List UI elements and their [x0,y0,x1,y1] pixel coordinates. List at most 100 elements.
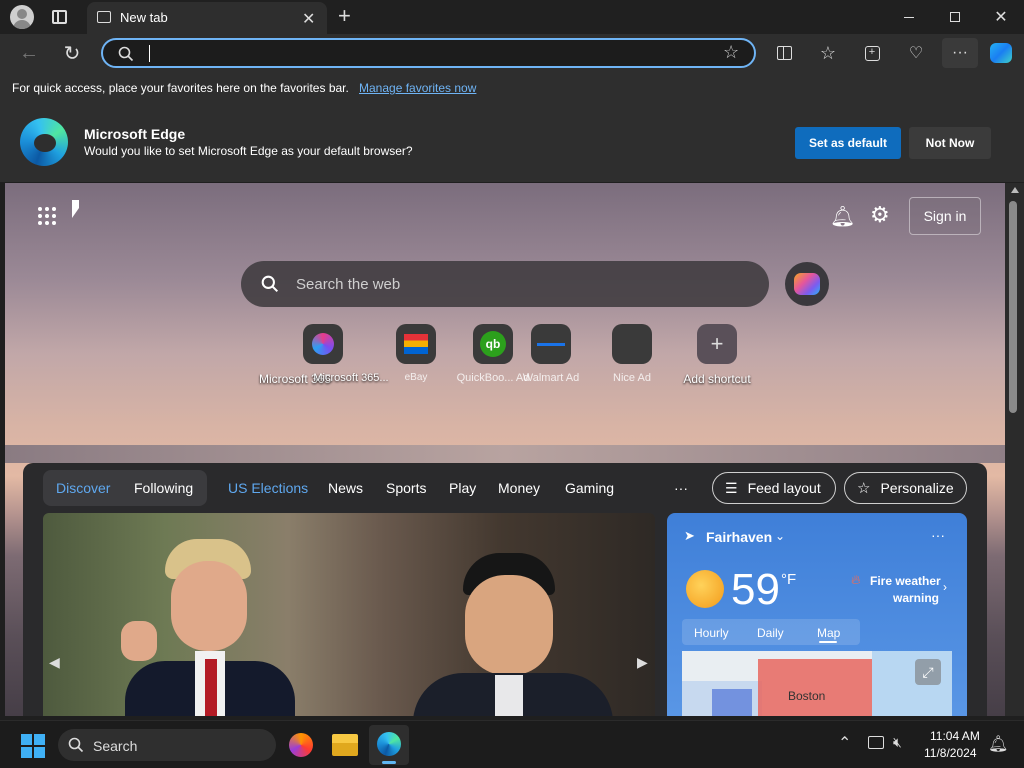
toolbar: ← ↻ ☆ ☆ + ♡ ··· [0,34,1024,72]
taskbar-search-label: Search [93,738,138,754]
shortcut-nice[interactable]: Nice Ad [592,324,672,384]
hero-news-card[interactable]: ◀ ▶ [43,513,655,716]
add-shortcut-icon: + [697,324,737,364]
firefox-icon[interactable] [289,733,313,757]
new-tab-button[interactable]: + [338,3,351,29]
weather-unit: °F [781,571,797,588]
taskbar-search[interactable]: Search [58,729,276,761]
map-city-label: Boston [788,689,826,703]
volume-muted-icon[interactable]: 🔇︎ [893,734,902,751]
personalize-label: Personalize [880,480,954,496]
personalize-star-icon: ☆ [857,480,871,497]
walmart-tile-icon [531,324,571,364]
weather-map[interactable]: Boston ⤢ [682,651,952,716]
background-horizon [5,445,1005,463]
mouse-cursor-icon [72,200,79,218]
shortcut-label: Walmart Ad [522,372,580,384]
file-explorer-icon[interactable] [332,734,358,756]
tab-news[interactable]: News [328,480,363,496]
notifications-icon[interactable]: 🔔︎ [988,734,1008,754]
weather-alert-line1[interactable]: Fire weather [870,574,941,588]
tab-following[interactable]: Following [134,480,193,496]
copilot-icon[interactable] [986,38,1016,68]
address-input[interactable] [149,45,150,62]
address-bar[interactable]: ☆ [101,38,756,68]
ebay-tile-icon [396,324,436,364]
tab-new-tab[interactable]: New tab ✕ [87,2,327,34]
fire-alert-icon: 🔥︎ [851,572,861,587]
tab-money[interactable]: Money [498,480,540,496]
sign-in-button[interactable]: Sign in [909,197,981,235]
infobar-title: Microsoft Edge [84,126,186,142]
weather-tab-map[interactable]: Map [817,626,840,640]
browser-essentials-icon[interactable]: ♡ [901,38,931,68]
map-expand-icon[interactable]: ⤢ [915,659,941,685]
taskbar-time[interactable]: 11:04 AM [930,729,980,743]
more-tabs-button[interactable]: ··· [674,480,688,496]
notifications-bell-icon[interactable]: 🔔︎ [830,204,855,229]
more-menu-icon[interactable]: ··· [942,38,978,68]
personalize-button[interactable]: ☆ Personalize [844,472,967,504]
back-icon[interactable]: ← [14,38,44,68]
hero-next-arrow-icon[interactable]: ▶ [637,654,648,671]
weather-location[interactable]: Fairhaven [706,529,772,545]
close-window-button[interactable]: ✕ [978,0,1024,34]
copilot-search-icon[interactable] [785,262,829,306]
tab-title: New tab [120,10,168,25]
location-chevron-down-icon[interactable]: ⌄ [775,529,785,543]
taskbar: Search ⌃ 🔇︎ 11:04 AM 11/8/2024 🔔︎ [0,720,1024,768]
weather-tab-daily[interactable]: Daily [757,626,784,640]
set-as-default-button[interactable]: Set as default [795,127,901,159]
tab-play[interactable]: Play [449,480,476,496]
scrollbar-thumb[interactable] [1009,201,1017,413]
weather-more-icon[interactable]: ··· [931,527,945,543]
feed-layout-button[interactable]: ☰ Feed layout [712,472,836,504]
restore-button[interactable] [932,0,978,34]
show-hidden-icons-chevron-icon[interactable]: ⌃ [838,733,851,753]
feed-layout-icon: ☰ [725,479,738,496]
favorites-bar: For quick access, place your favorites h… [0,72,1024,104]
manage-favorites-link[interactable]: Manage favorites now [359,81,476,95]
tab-gaming[interactable]: Gaming [565,480,614,496]
close-tab-icon[interactable]: ✕ [302,9,315,29]
search-icon [68,737,84,753]
page-scrollbar[interactable] [1005,183,1024,716]
network-icon[interactable] [868,736,884,749]
weather-tab-map-indicator [819,641,837,643]
taskbar-edge-active[interactable] [369,725,409,765]
split-screen-icon[interactable] [769,38,799,68]
tab-sports[interactable]: Sports [386,480,426,496]
location-arrow-icon: ➤ [684,528,695,543]
favorite-star-icon[interactable]: ☆ [723,42,739,63]
tab-us-elections[interactable]: US Elections [228,480,308,496]
apps-grid-icon[interactable] [38,207,56,225]
new-tab-page: 🔔︎ ⚙ Sign in Search the web Microsoft 36… [5,183,1005,716]
windows-start-icon[interactable] [21,734,45,758]
hero-image-person-left [121,531,295,716]
weather-card[interactable]: ➤ Fairhaven ⌄ ··· 59 °F 🔥︎ Fire weather … [667,513,967,716]
web-search-box[interactable]: Search the web [241,261,769,307]
alert-chevron-right-icon[interactable]: › [943,580,947,594]
weather-tab-hourly[interactable]: Hourly [694,626,729,640]
shortcut-label: Add shortcut [683,372,751,386]
settings-gear-icon[interactable]: ⚙ [870,202,890,228]
tab-discover[interactable]: Discover [56,480,110,496]
shortcut-label: eBay [404,372,428,383]
not-now-button[interactable]: Not Now [909,127,991,159]
hero-prev-arrow-icon[interactable]: ◀ [49,654,60,671]
taskbar-date[interactable]: 11/8/2024 [924,746,977,760]
favorites-icon[interactable]: ☆ [813,38,843,68]
shortcut-walmart[interactable]: Walmart Ad [511,324,591,384]
edge-logo-icon [20,118,68,166]
shortcut-ebay[interactable]: eBay [376,324,456,383]
collections-icon[interactable]: + [857,38,887,68]
web-search-placeholder: Search the web [296,276,401,293]
shortcut-label: Nice Ad [613,372,651,384]
tab-actions-icon[interactable] [52,10,67,24]
shortcut-add[interactable]: + Add shortcut [677,324,757,386]
profile-avatar[interactable] [10,5,34,29]
minimize-button[interactable] [886,0,932,34]
weather-alert-line2[interactable]: warning [893,591,939,605]
sun-icon [686,570,724,608]
refresh-icon[interactable]: ↻ [57,38,87,68]
